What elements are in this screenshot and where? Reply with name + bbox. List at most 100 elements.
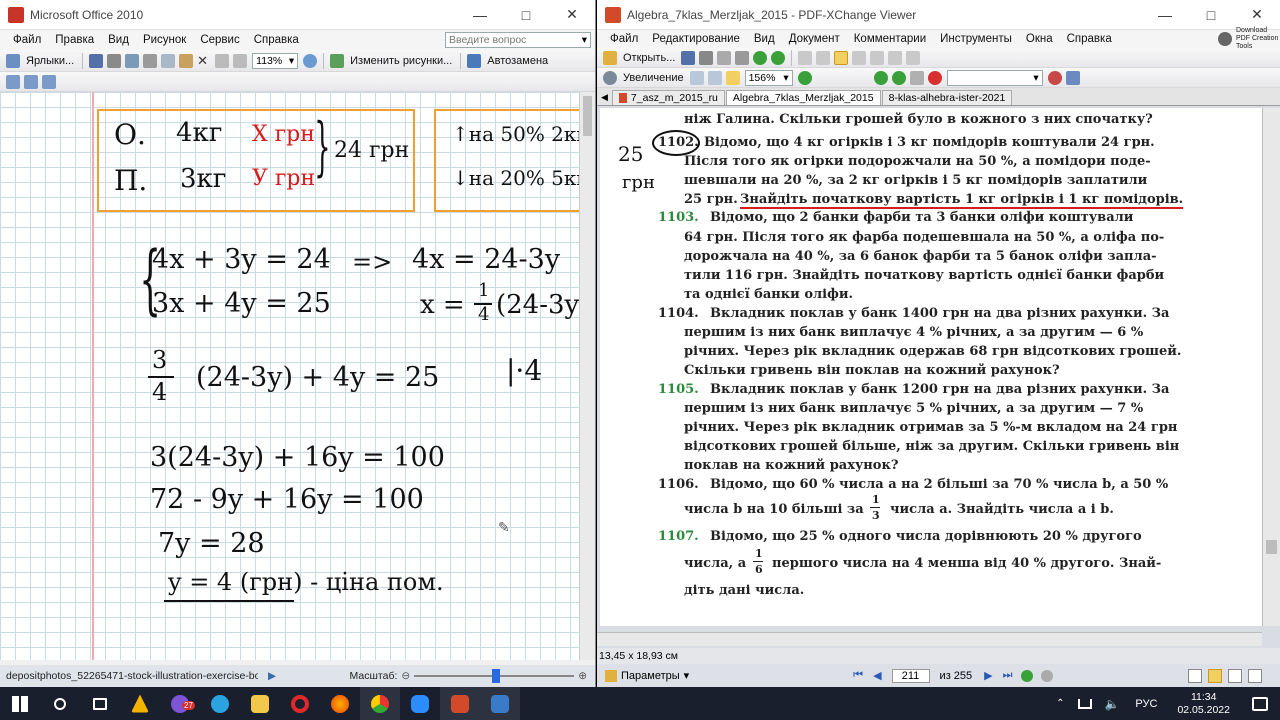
shortcuts-icon[interactable] [6,53,20,68]
clock[interactable]: 11:34 02.05.2022 [1177,691,1230,717]
nav-forward-icon[interactable] [1020,669,1033,682]
maximize-button[interactable]: □ [503,0,549,30]
print-icon[interactable] [699,50,714,65]
no-entry-icon[interactable] [927,70,942,85]
zoom-out-icon[interactable] [873,70,888,85]
copy-icon[interactable] [161,53,176,68]
zoom-slider[interactable] [414,669,575,683]
tab-doc-2[interactable]: Algebra_7klas_Merzljak_2015 [725,90,881,105]
first-page-icon[interactable]: ⏮ [853,669,863,682]
menu-edit[interactable]: Правка [48,34,101,46]
undo-icon[interactable] [215,53,230,68]
pdf-menu-help[interactable]: Справка [1060,33,1119,45]
taskbar-app-drive[interactable] [120,687,160,720]
pdf-horizontal-scrollbar[interactable] [597,632,1262,646]
snapshot-icon[interactable] [852,50,867,65]
actual-size-icon[interactable] [689,70,704,85]
pdf-vertical-scrollbar[interactable] [1262,108,1280,626]
zoom-tool-icon[interactable] [603,70,617,85]
preview-icon[interactable] [125,53,140,68]
page-number-input[interactable]: 211 [891,668,930,683]
pdf-menu-view[interactable]: Вид [747,33,782,45]
taskbar-app-pdf[interactable] [440,687,480,720]
text-tool-icon[interactable] [834,50,849,65]
view-filmstrip-icon[interactable] [24,74,38,89]
zoom-in-icon[interactable] [797,70,812,85]
start-button[interactable] [0,687,40,720]
params-button[interactable]: Параметры [621,670,680,682]
view-thumbs-icon[interactable] [42,74,56,89]
comment-icon[interactable] [870,50,885,65]
scan-icon[interactable] [717,50,732,65]
redo-icon[interactable] [233,53,248,68]
notifications-icon[interactable] [1252,696,1268,711]
next-page-icon[interactable]: ▶ [984,669,992,682]
fit-page-icon[interactable] [707,70,722,85]
params-icon[interactable] [605,669,617,682]
hand-tool-icon[interactable] [798,50,813,65]
office-vertical-scrollbar[interactable] [579,92,595,660]
facing-view-icon[interactable] [1228,668,1242,683]
zoom-select[interactable]: 113% ▾ [252,52,299,69]
autocorrect-icon[interactable] [467,53,482,68]
nav-back-icon[interactable] [1040,669,1053,682]
delete-icon[interactable]: ✕ [197,53,211,68]
pdf-scroll-thumb[interactable] [1266,540,1277,554]
autocorrect-button[interactable]: Автозамена [487,55,548,67]
edit-pictures-icon[interactable] [330,53,345,68]
save-icon[interactable] [681,50,696,65]
taskbar-app-firefox[interactable] [320,687,360,720]
language-indicator[interactable]: РУС [1135,698,1157,710]
tab-doc-3[interactable]: 8-klas-alhebra-ister-2021 [881,90,1013,105]
taskbar-app-zoom[interactable] [400,687,440,720]
back-icon[interactable] [771,50,786,65]
zoom-out-icon[interactable]: ⊖ [401,670,410,682]
pdf-maximize-button[interactable]: □ [1188,0,1234,30]
pdf-menu-document[interactable]: Документ [782,33,847,45]
stamp-icon[interactable] [906,50,921,65]
select-tool-icon[interactable] [816,50,831,65]
find-icon[interactable] [1047,70,1062,85]
play-icon[interactable]: ▶ [268,670,276,682]
tab-doc-1[interactable]: 7_asz_m_2015_ru [611,90,725,105]
pdf-close-button[interactable]: ✕ [1234,0,1280,30]
help-icon[interactable] [303,53,318,68]
save-icon[interactable] [89,53,104,68]
taskbar-app-telegram[interactable] [200,687,240,720]
fit-width-icon[interactable] [725,70,740,85]
ask-question-input[interactable]: Введите вопрос ▾ [445,32,591,48]
scroll-thumb[interactable] [583,96,592,136]
zoom-slider-thumb[interactable] [492,669,501,683]
menu-view[interactable]: Вид [101,34,136,46]
taskbar-app-explorer[interactable] [240,687,280,720]
find-options-icon[interactable] [1065,70,1080,85]
taskbar-app-opera[interactable] [280,687,320,720]
menu-help[interactable]: Справка [247,34,306,46]
promo-link[interactable]: Download PDF Creation Tools [1236,27,1280,51]
continuous-view-icon[interactable] [1208,668,1222,683]
link-icon[interactable] [909,70,924,85]
taskbar-app-chrome[interactable] [360,687,400,720]
open-button[interactable]: Открыть... [623,52,675,64]
print-icon[interactable] [107,53,122,68]
pdf-menu-tools[interactable]: Инструменты [933,33,1019,45]
shortcuts-button[interactable]: Ярлыки... [26,55,74,67]
cut-icon[interactable] [143,53,158,68]
continuous-facing-view-icon[interactable] [1248,668,1262,683]
pdf-menu-comments[interactable]: Комментарии [847,33,933,45]
last-page-icon[interactable]: ⏭ [1003,669,1013,682]
ocr-icon[interactable] [735,50,750,65]
task-view-button[interactable] [80,687,120,720]
tabs-scroll-left-icon[interactable]: ◀ [601,92,608,103]
minimize-button[interactable]: — [457,0,503,30]
open-folder-icon[interactable] [603,50,617,65]
forward-icon[interactable] [753,50,768,65]
edit-pictures-button[interactable]: Изменить рисунки... [350,55,452,67]
rotate-icon[interactable] [891,70,906,85]
promo-icon[interactable] [1218,32,1232,46]
taskbar-app-picture-manager[interactable] [480,687,520,720]
menu-picture[interactable]: Рисунок [136,34,193,46]
tray-arrow-icon[interactable]: ⌃ [1056,698,1064,709]
pdf-menu-file[interactable]: Файл [603,33,645,45]
zoom-tool-button[interactable]: Увеличение [623,72,684,84]
